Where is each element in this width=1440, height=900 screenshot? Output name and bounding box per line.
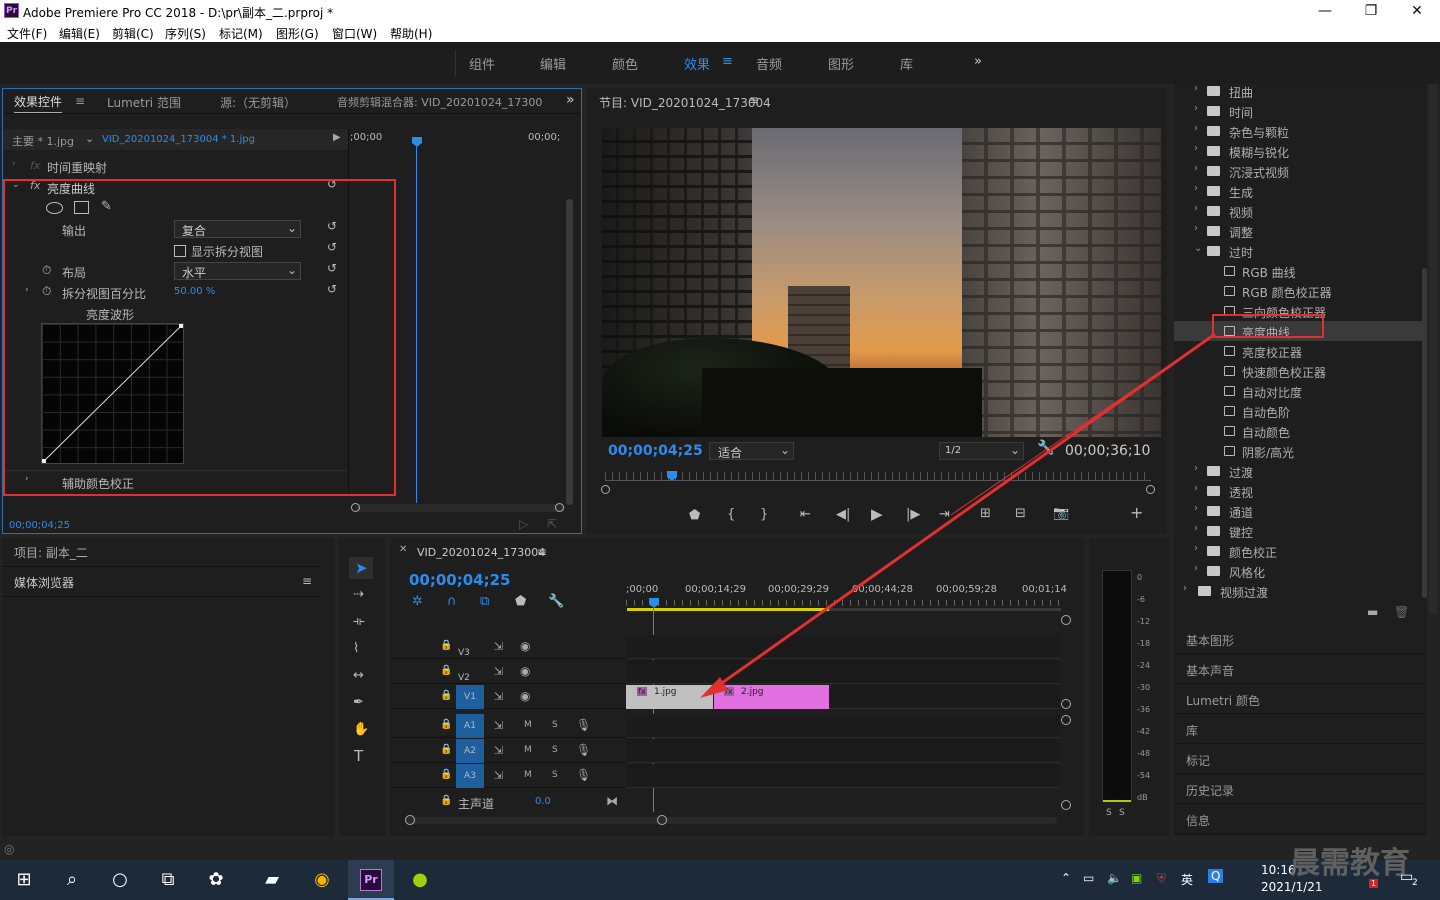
tray-badge: 1 <box>1369 879 1379 888</box>
tray-expand-icon[interactable]: ⌃ <box>1061 871 1071 885</box>
start-windows-icon[interactable]: ⊞ <box>0 860 48 900</box>
premiere-taskbar-icon[interactable]: Pr <box>360 869 382 891</box>
watermark-text: 晨需教育 <box>1290 846 1410 881</box>
clock-date[interactable]: 2021/1/21 <box>1261 880 1323 894</box>
nvidia-icon[interactable]: ▣ <box>1131 871 1142 885</box>
app-pinwheel-icon[interactable]: ✿ <box>192 860 240 900</box>
search-icon[interactable]: ⌕ <box>48 860 96 900</box>
task-view-icon[interactable]: ⧉ <box>144 860 192 900</box>
notification-count: 2 <box>1412 878 1418 888</box>
network-icon[interactable]: ▭ <box>1083 871 1094 885</box>
app-notepad-icon[interactable]: ▰ <box>248 860 296 900</box>
annotation-arrow <box>700 332 1216 698</box>
qq-icon[interactable]: Q <box>1208 869 1224 883</box>
windows-taskbar: ⊞ ⌕ ○ ⧉ ✿ ▰ ◉ Pr ● ⌃ ▭ 🔈 ▣ ⛨ 英 Q 10:16 2… <box>0 846 1440 900</box>
volume-icon[interactable]: 🔈 <box>1107 871 1122 885</box>
security-icon[interactable]: ⛨ <box>1157 871 1166 886</box>
cortana-icon[interactable]: ○ <box>96 860 144 900</box>
ime-indicator[interactable]: 英 <box>1181 871 1193 888</box>
chrome-icon[interactable]: ◉ <box>298 860 346 900</box>
app-ball-icon[interactable]: ● <box>396 860 444 900</box>
